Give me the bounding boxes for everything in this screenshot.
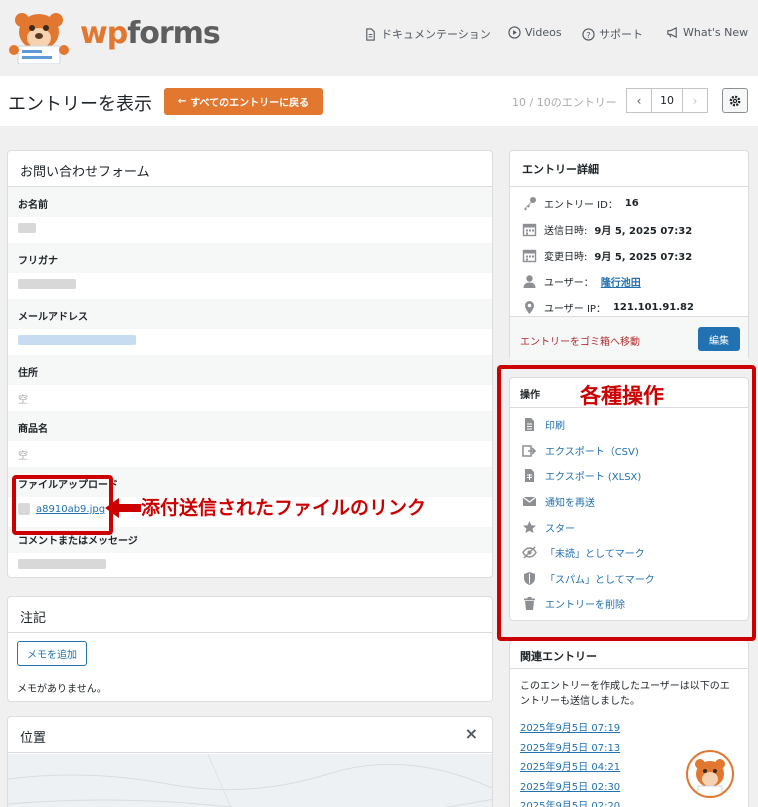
chevron-right-icon: ›	[692, 93, 698, 108]
entry-details-panel: エントリー詳細 エントリー ID： 16 送信日時: 9月 5, 2025 07:3…	[509, 150, 749, 360]
settings-button[interactable]	[722, 88, 748, 113]
map-graphic	[8, 753, 492, 807]
map-view[interactable]	[8, 753, 492, 807]
detail-modified: 変更日時: 9月 5, 2025 07:32	[510, 242, 748, 268]
edit-button[interactable]: 編集	[698, 327, 740, 351]
move-to-trash-link[interactable]: エントリーをゴミ箱へ移動	[520, 333, 640, 348]
field-label-product: 商品名	[8, 411, 492, 441]
field-label-address: 住所	[8, 355, 492, 385]
file-annotation-label: 添付送信されたファイルのリンク	[141, 497, 427, 519]
wpforms-mascot-icon	[695, 759, 725, 796]
title-bar: エントリーを表示 ← すべてのエントリーに戻る 10 / 10のエントリー ‹ …	[0, 76, 758, 126]
notes-panel: 注記 メモを追加 メモがありません。	[7, 596, 493, 702]
chevron-left-icon: ‹	[636, 93, 642, 108]
nav-whats-new[interactable]: What's New	[666, 26, 748, 39]
field-label-name: お名前	[8, 187, 492, 217]
close-icon[interactable]: ×	[465, 724, 478, 743]
location-panel: 位置 ×	[7, 716, 493, 807]
back-to-entries-button[interactable]: ← すべてのエントリーに戻る	[164, 88, 323, 115]
calendar-icon	[522, 223, 537, 236]
form-title: お問い合わせフォーム	[8, 151, 492, 187]
nav-videos[interactable]: Videos	[508, 26, 562, 39]
file-annotation-box	[12, 475, 113, 535]
next-entry-button[interactable]: ›	[682, 88, 708, 113]
play-icon	[508, 26, 521, 39]
entry-count: 10 / 10のエントリー	[512, 96, 617, 109]
field-value-furigana	[8, 273, 492, 299]
user-profile-link[interactable]: 隆行池田	[601, 274, 641, 289]
field-value-name	[8, 217, 492, 243]
detail-entry-id: エントリー ID： 16	[510, 190, 748, 216]
detail-user: ユーザー： 隆行池田	[510, 268, 748, 294]
related-entries-title: 関連エントリー	[510, 641, 748, 669]
entry-details-title: エントリー詳細	[510, 151, 748, 187]
entry-pager: ‹ 10 ›	[626, 88, 708, 113]
nav-support[interactable]: ? サポート	[582, 26, 643, 42]
calendar-icon	[522, 249, 537, 262]
wpforms-mascot-logo	[9, 13, 69, 64]
no-notes-text: メモがありません。	[17, 684, 107, 695]
field-value-email	[8, 329, 492, 355]
current-entry-number: 10	[652, 88, 682, 113]
svg-text:?: ?	[586, 29, 590, 39]
field-value-message	[8, 553, 492, 579]
prev-entry-button[interactable]: ‹	[626, 88, 652, 113]
entry-details-footer: エントリーをゴミ箱へ移動 編集	[510, 316, 748, 360]
actions-annotation-label: 各種操作	[580, 384, 664, 408]
location-title: 位置 ×	[8, 717, 492, 753]
red-arrow-left-icon	[105, 498, 141, 518]
document-icon	[366, 27, 375, 41]
user-icon	[523, 274, 536, 288]
wpforms-logo-text: wpforms	[80, 16, 221, 51]
field-value-address: 空	[18, 395, 28, 406]
notes-title: 注記	[8, 597, 492, 633]
key-icon	[524, 196, 536, 210]
help-mascot-button[interactable]	[686, 750, 734, 798]
field-label-email: メールアドレス	[8, 299, 492, 329]
question-icon: ?	[582, 27, 595, 41]
megaphone-icon	[667, 26, 677, 39]
related-entries-description: このエントリーを作成したユーザーは以下のエントリーも送信しました。	[520, 681, 730, 707]
field-value-product: 空	[18, 451, 28, 462]
location-icon	[525, 300, 534, 314]
nav-documentation[interactable]: ドキュメンテーション	[364, 26, 491, 42]
related-entry-link[interactable]: 2025年9月5日 02:20	[510, 797, 748, 807]
gear-icon	[729, 95, 741, 106]
arrow-left-icon: ←	[177, 96, 187, 107]
detail-submitted: 送信日時: 9月 5, 2025 07:32	[510, 216, 748, 242]
related-entry-link[interactable]: 2025年9月5日 07:19	[510, 719, 748, 739]
top-header: wpforms ドキュメンテーション Videos ? サポート What's …	[0, 0, 758, 76]
page-title: エントリーを表示	[8, 94, 152, 115]
field-label-furigana: フリガナ	[8, 243, 492, 273]
add-note-button[interactable]: メモを追加	[17, 641, 87, 666]
